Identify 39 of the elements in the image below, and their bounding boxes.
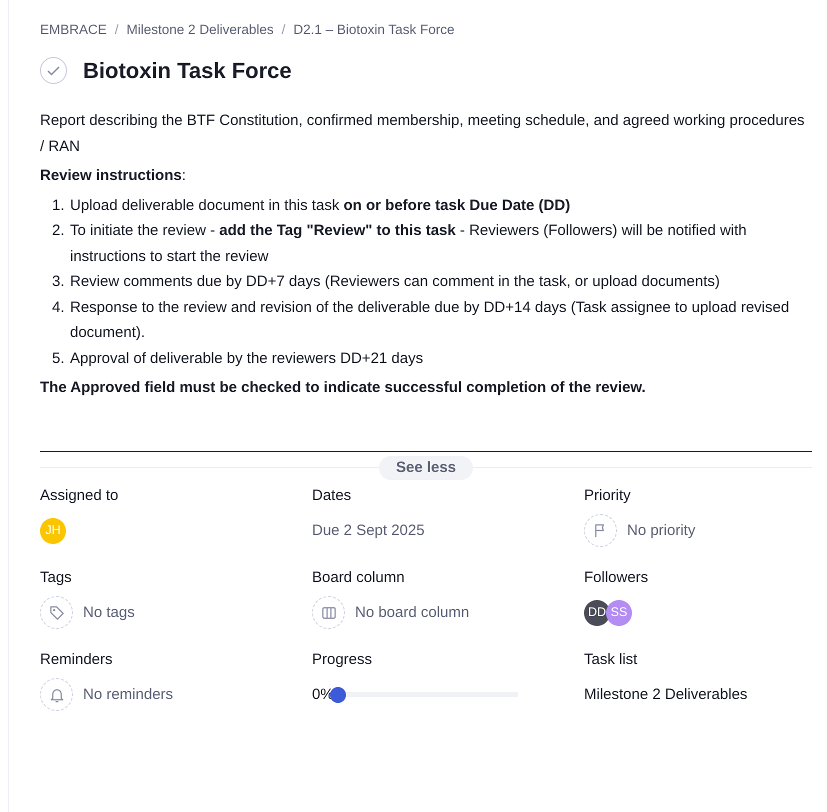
progress-thumb[interactable] [330,686,346,703]
field-label: Tags [40,568,73,588]
instructions-heading: Review instructions: [40,166,187,186]
avatar[interactable]: DD [584,600,610,626]
breadcrumb-link[interactable]: D2.1 – Biotoxin Task Force [293,20,454,40]
field-value[interactable]: No tags [83,602,135,624]
task-title: Biotoxin Task Force [83,58,292,84]
description-text: Report describing the BTF Constitution, confirmed membership, meeting schedule, and agreed working procedures / RAN [40,111,806,157]
field-label: Assigned to [40,486,120,506]
breadcrumb-separator: / [114,21,119,39]
instruction-step: To initiate the review - add the Tag "Review" to this task - Reviewers (Followers) will be notified with instructions to start the review [70,218,812,270]
step-number: 3. [52,272,66,292]
step-number: 4. [52,298,66,318]
breadcrumb-separator: / [282,21,286,39]
instruction-step: Response to the review and revision of the deliverable due by DD+14 days (Task assignee to upload revised document). [70,294,812,346]
field-value[interactable]: No priority [627,520,696,542]
field-label: Board column [312,568,406,588]
breadcrumb-link[interactable]: Milestone 2 Deliverables [126,20,274,40]
tag-icon[interactable] [48,604,66,622]
field-label: Dates [312,486,352,506]
instruction-step: Review comments due by DD+7 days (Reviewers can comment in the task, or upload documents) [70,269,720,295]
field-label: Priority [584,486,632,506]
field-label: Progress [312,650,374,670]
field-label: Followers [584,568,650,588]
breadcrumb-link[interactable]: EMBRACE [40,20,107,40]
check-circle-icon[interactable] [40,57,67,84]
field-label: Reminders [40,650,114,670]
field-label: Task list [584,650,638,670]
instruction-step: Approval of deliverable by the reviewers DD+21 days [70,346,424,372]
see-less-button[interactable]: See less [378,456,474,480]
field-value[interactable]: No board column [355,602,470,624]
step-number: 5. [52,348,66,369]
instruction-step: Upload deliverable document in this task on or before task Due Date (DD) [70,192,570,218]
field-value: Milestone 2 Deliverables [584,684,748,704]
step-number: 2. [52,221,66,242]
field-value: Due 2 Sept 2025 [312,520,425,540]
approval-note: The Approved field must be checked to indicate successful completion of the review. [40,378,647,398]
field-value[interactable]: No reminders [83,684,174,706]
step-number: 1. [52,196,66,216]
